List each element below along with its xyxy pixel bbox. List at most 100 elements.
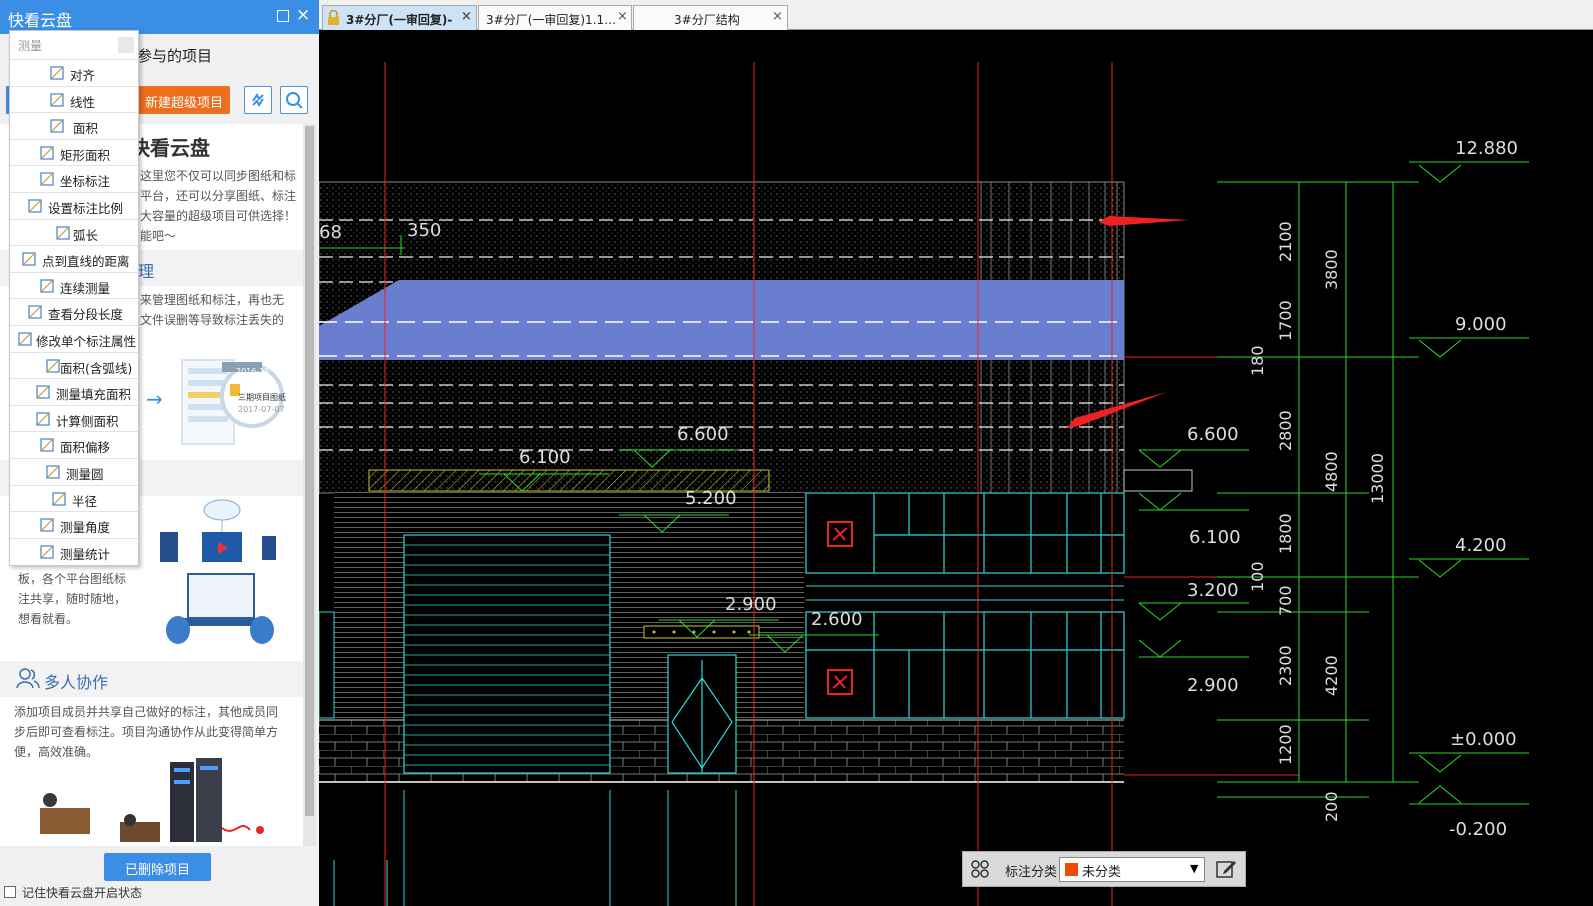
measure-tool-icon: [28, 305, 42, 319]
elev-0000: ±0.000: [1450, 729, 1517, 750]
measure-menu-item[interactable]: 面积(含弧线): [10, 351, 138, 379]
measure-menu-item[interactable]: 测量圆: [10, 458, 138, 485]
measure-menu-item[interactable]: 测量统计: [10, 537, 138, 565]
search-button[interactable]: [280, 86, 308, 114]
measure-menu-item[interactable]: 设置标注比例: [10, 192, 138, 219]
tab-2[interactable]: 3#分厂(一审回复)1.1… ×: [478, 5, 632, 30]
dim-4200: 4200: [1322, 655, 1341, 696]
dim-350: 350: [407, 220, 441, 241]
measure-menu-item-label: 修改单个标注属性: [36, 334, 137, 349]
cad-drawing-canvas[interactable]: 68 350 6.600 6.100 5.200 2.900 2.600 6.6…: [319, 30, 1593, 906]
measure-menu-item[interactable]: 线性: [10, 85, 138, 113]
section-manage-title: 理: [138, 262, 155, 281]
measure-menu-item-label: 半径: [72, 493, 98, 509]
dim-4800: 4800: [1322, 451, 1341, 492]
manage-line-2: 文件误删等导致标注丢失的: [140, 313, 285, 327]
dim-1700: 1700: [1276, 300, 1295, 341]
measure-tool-icon: [22, 252, 36, 266]
chevron-down-icon: ▼: [1190, 862, 1199, 875]
remember-checkbox[interactable]: [4, 886, 16, 898]
elev-6100-r: 6.100: [1189, 527, 1241, 548]
measure-tool-icon: [52, 491, 66, 506]
measure-menu-item-label: 弧长: [73, 227, 99, 243]
measure-menu-item[interactable]: 测量角度: [10, 511, 138, 538]
promo-date-b: 2017-07-07: [238, 405, 285, 414]
new-super-project-button[interactable]: 新建超级项目: [127, 86, 230, 114]
elev-minus-0200: -0.200: [1449, 819, 1507, 840]
measure-menu-item[interactable]: 对齐: [10, 59, 138, 86]
measure-menu-item-label: 测量角度: [60, 520, 111, 536]
measure-menu-item-label: 面积: [73, 121, 99, 137]
measure-menu-item-label: 测量填充面积: [56, 387, 132, 403]
measure-menu-item[interactable]: 弧长: [10, 218, 138, 246]
tab-3-label: 3#分厂结构: [674, 13, 740, 27]
measure-menu-item[interactable]: 查看分段长度: [10, 298, 138, 325]
intro-line-1: 这里您不仅可以同步图纸和标: [140, 169, 297, 183]
dim-100: 100: [1248, 561, 1267, 592]
intro-line-4: 能吧～: [140, 229, 177, 243]
measure-tool-icon: [56, 225, 70, 240]
dim-13000: 13000: [1368, 453, 1387, 504]
elev-9000: 9.000: [1455, 314, 1507, 335]
measure-menu-item-label: 对齐: [70, 68, 96, 83]
measure-tool-icon: [40, 146, 54, 160]
measure-menu-item[interactable]: 坐标标注: [10, 165, 138, 192]
measure-menu-item[interactable]: 测量填充面积: [10, 378, 138, 405]
section-collab: 多人协作: [0, 661, 303, 697]
lock-icon: [328, 10, 339, 25]
measure-menu-item-label: 连续测量: [60, 280, 111, 296]
dim-1800: 1800: [1276, 513, 1295, 554]
tab-2-close-icon[interactable]: ×: [617, 9, 628, 24]
elev-5200: 5.200: [685, 488, 737, 509]
measure-tool-icon: [46, 358, 60, 373]
canopy-slab: [643, 625, 760, 639]
collab-title: 多人协作: [44, 673, 109, 692]
tab-1-close-icon[interactable]: ×: [461, 9, 472, 24]
measure-menu-item[interactable]: 计算侧面积: [10, 404, 138, 432]
measure-menu-item-label: 坐标标注: [60, 174, 111, 190]
measure-tool-icon: [46, 465, 60, 479]
measure-menu-item-label: 测量圆: [66, 467, 104, 482]
measure-menu-item[interactable]: 矩形面积: [10, 138, 138, 166]
measure-menu-item[interactable]: 面积偏移: [10, 431, 138, 458]
measure-menu-item-label: 面积(含弧线): [60, 360, 133, 376]
measure-menu-item[interactable]: 点到直线的距离: [10, 245, 138, 272]
elev-2900-a: 2.900: [725, 594, 777, 615]
annotation-category-select[interactable]: 未分类 ▼: [1059, 857, 1205, 882]
deleted-projects-button[interactable]: 已删除项目: [104, 853, 211, 881]
measure-menu-item-label: 矩形面积: [60, 147, 111, 163]
collab-line-2: 步后即可查看标注。项目沟通协作从此变得简单方: [14, 725, 279, 739]
promo-folder-name: 三期项目图纸: [238, 393, 286, 402]
elev-4200: 4.200: [1455, 535, 1507, 556]
dim-180: 180: [1248, 345, 1267, 376]
window-grid-top: [805, 492, 1125, 574]
document-tabs: 3#分厂(一审回复)- × 3#分厂(一审回复)1.1… × 3#分厂结构 ×: [319, 0, 1593, 30]
measure-menu-item[interactable]: 修改单个标注属性: [10, 325, 138, 352]
tab-3-close-icon[interactable]: ×: [772, 9, 783, 24]
edit-icon[interactable]: [1215, 858, 1237, 880]
sync-icon: [252, 93, 264, 107]
sync-button[interactable]: [244, 86, 272, 114]
measure-menu-item-label: 设置标注比例: [48, 201, 124, 216]
restore-icon[interactable]: [277, 10, 289, 22]
panel-titlebar: 快看云盘 ×: [0, 0, 319, 34]
measure-tool-icon: [40, 279, 54, 293]
collaboration-illustration: [40, 758, 264, 842]
measure-tool-icon: [40, 438, 54, 452]
measure-menu-item[interactable]: 半径: [10, 484, 138, 512]
measure-menu-item[interactable]: 连续测量: [10, 271, 138, 299]
search-icon: [286, 92, 303, 109]
tab-3[interactable]: 3#分厂结构 ×: [633, 5, 788, 30]
panel-scroll-thumb[interactable]: [305, 126, 314, 816]
measure-tool-icon: [36, 412, 50, 426]
measure-menu-item-label: 点到直线的距离: [42, 254, 130, 270]
menu-collapse-icon[interactable]: [118, 37, 134, 53]
annotation-category-value: 未分类: [1082, 865, 1122, 880]
measure-menu-item[interactable]: 面积: [10, 112, 138, 139]
tab-1[interactable]: 3#分厂(一审回复)- ×: [322, 5, 477, 30]
multi-platform-illustration: [160, 499, 276, 644]
measure-tool-icon: [50, 119, 64, 133]
grid-icon[interactable]: [971, 860, 989, 878]
intro-line-3: 大容量的超级项目可供选择！: [140, 209, 297, 223]
close-icon[interactable]: ×: [296, 5, 310, 25]
